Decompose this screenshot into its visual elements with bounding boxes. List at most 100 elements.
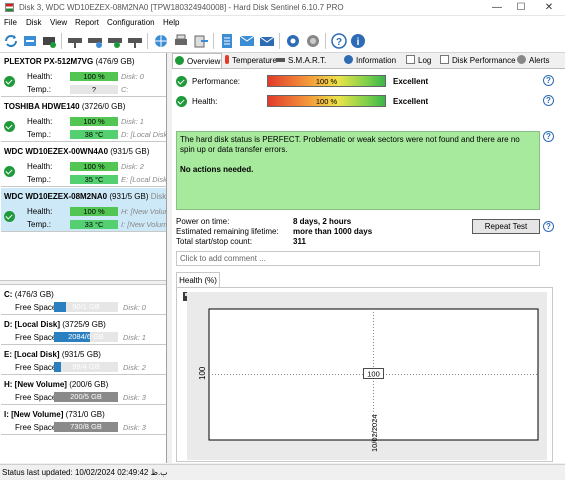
menu-disk[interactable]: Disk: [26, 18, 42, 27]
lifetime-value: more than 1000 days: [293, 227, 373, 236]
status-ok-icon: [4, 166, 15, 177]
health-chart-area: 100 10/02/2024 100: [176, 287, 553, 462]
disk-icon[interactable]: [67, 33, 83, 49]
volume-item[interactable]: D: [Local Disk] (3725/9 GB) Free Space 2…: [1, 316, 166, 345]
disk-item[interactable]: PLEXTOR PX-512M7VG (476/9 GB) Health: 10…: [1, 53, 166, 97]
splitter[interactable]: [0, 280, 166, 285]
health-chart: 100 10/02/2024 100: [187, 292, 547, 460]
info-icon[interactable]: i: [350, 33, 366, 49]
health-bar: 100 %: [70, 117, 118, 126]
disk-number: Disk: 2: [121, 162, 144, 171]
close-button[interactable]: ✕: [536, 0, 562, 16]
disk-item[interactable]: WDC WD10EZEX-00WN4A0 (931/5 GB) Health: …: [1, 143, 167, 187]
volume-disk: Disk: 2: [123, 363, 146, 372]
tab-alerts[interactable]: Alerts: [517, 53, 549, 69]
free-space-bar: 200/5 GB: [54, 392, 118, 402]
help-icon[interactable]: ?: [543, 75, 554, 86]
free-space-value: 90/1 GB: [72, 302, 100, 311]
menu-configuration[interactable]: Configuration: [107, 18, 155, 27]
tab-overview[interactable]: Overview: [172, 53, 222, 69]
volume-item[interactable]: E: [Local Disk] (931/5 GB) Free Space 99…: [1, 346, 166, 375]
minimize-button[interactable]: —: [484, 0, 510, 16]
health-label: Health:: [27, 72, 53, 81]
temp-bar: 33 °C: [70, 220, 118, 229]
status-message-box[interactable]: The hard disk status is PERFECT. Problem…: [176, 131, 540, 210]
volume-size: (476/3 GB): [14, 290, 54, 299]
free-space-value: 730/8 GB: [70, 422, 102, 431]
status-text: The hard disk status is PERFECT. Problem…: [180, 135, 520, 154]
health-label: Health:: [27, 117, 53, 126]
lifetime-label: Estimated remaining lifetime:: [176, 227, 279, 236]
help-icon[interactable]: ?: [543, 221, 554, 232]
refresh-all-icon[interactable]: [22, 33, 38, 49]
disk-check-icon[interactable]: [107, 33, 123, 49]
export-icon[interactable]: [193, 33, 209, 49]
help-icon[interactable]: ?: [543, 131, 554, 142]
support-icon[interactable]: [305, 33, 321, 49]
volume-disk: Disk: 0: [123, 303, 146, 312]
status-bar: Status last updated: 10/02/2024 02:49:42…: [0, 464, 565, 480]
send-report-icon[interactable]: [239, 33, 255, 49]
volume-item[interactable]: H: [New Volume] (200/6 GB) Free Space 20…: [1, 376, 166, 405]
tab-disk-performance[interactable]: Disk Performance: [440, 53, 516, 69]
smart-icon: [276, 58, 285, 62]
gear-icon[interactable]: [285, 33, 301, 49]
health-label: Health:: [27, 207, 53, 216]
free-space-bar: 90/1 GB: [54, 302, 118, 312]
tab-log[interactable]: Log: [406, 53, 431, 69]
disk-size: (931/5 GB): [110, 147, 150, 156]
mail-icon[interactable]: [259, 33, 275, 49]
help-icon[interactable]: ?: [543, 95, 554, 106]
repeat-test-button[interactable]: Repeat Test: [472, 219, 540, 234]
print-icon[interactable]: [173, 33, 189, 49]
volume-item[interactable]: I: [New Volume] (731/0 GB) Free Space 73…: [1, 406, 166, 435]
help-icon[interactable]: ?: [331, 33, 347, 49]
tab-smart[interactable]: S.M.A.R.T.: [276, 53, 326, 69]
disk-number: Disk: 1: [121, 117, 144, 126]
refresh-icon[interactable]: [3, 33, 19, 49]
tab-temperature[interactable]: Temperature: [225, 53, 277, 69]
volume-name: H: [New Volume]: [4, 380, 67, 389]
menu-bar: File Disk View Report Configuration Help: [0, 16, 565, 29]
disk-surface-icon[interactable]: [127, 33, 143, 49]
disk-list-panel: PLEXTOR PX-512M7VG (476/9 GB) Health: 10…: [0, 53, 167, 463]
performance-bar: 100 %: [267, 75, 386, 87]
temp-bar: 35 °C: [70, 175, 118, 184]
svg-text:?: ?: [336, 37, 342, 48]
free-space-label: Free Space: [15, 303, 57, 312]
globe-icon[interactable]: [153, 33, 169, 49]
menu-file[interactable]: File: [4, 18, 17, 27]
free-space-label: Free Space: [15, 393, 57, 402]
status-bar-text: Status last updated: 10/02/2024 02:49:42…: [2, 468, 168, 477]
free-space-label: Free Space: [15, 363, 57, 372]
disk-extra: Disk: [150, 192, 167, 201]
menu-view[interactable]: View: [50, 18, 67, 27]
disk-item[interactable]: TOSHIBA HDWE140 (3726/0 GB) Health: 100 …: [1, 98, 167, 142]
volume-disk: Disk: 1: [123, 333, 146, 342]
disk-size: (931/5 GB): [109, 192, 149, 201]
disk-size: (3726/0 GB): [81, 102, 126, 111]
tab-health-chart[interactable]: Health (%): [176, 272, 220, 288]
volume-size: (731/0 GB): [65, 410, 105, 419]
overview-content: Performance: 100 % Excellent ? Health: 1…: [172, 68, 565, 463]
health-bar: 100 %: [70, 207, 118, 216]
menu-help[interactable]: Help: [163, 18, 179, 27]
temp-bar: ?: [70, 85, 118, 94]
rescan-icon[interactable]: [41, 33, 57, 49]
free-space-value: 99/4 GB: [72, 362, 100, 371]
volume-name: D: [Local Disk]: [4, 320, 61, 329]
info-icon: [344, 55, 353, 64]
details-panel: Overview Temperature S.M.A.R.T. Informat…: [172, 53, 565, 463]
performance-icon: [440, 55, 449, 64]
volume-size: (200/6 GB): [69, 380, 109, 389]
report-icon[interactable]: [219, 33, 235, 49]
disk-item-selected[interactable]: WDC WD10EZEX-08M2NA0 (931/5 GB) Disk Hea…: [1, 188, 167, 232]
comment-input[interactable]: Click to add comment ...: [176, 251, 540, 266]
disk-test-icon[interactable]: [87, 33, 103, 49]
temp-label: Temp.:: [27, 175, 52, 184]
maximize-button[interactable]: ☐: [508, 0, 534, 16]
tab-information[interactable]: Information: [344, 53, 396, 69]
volume-item[interactable]: C: (476/3 GB) Free Space 90/1 GB Disk: 0: [1, 286, 166, 315]
health-label: Health:: [192, 97, 218, 106]
menu-report[interactable]: Report: [75, 18, 99, 27]
